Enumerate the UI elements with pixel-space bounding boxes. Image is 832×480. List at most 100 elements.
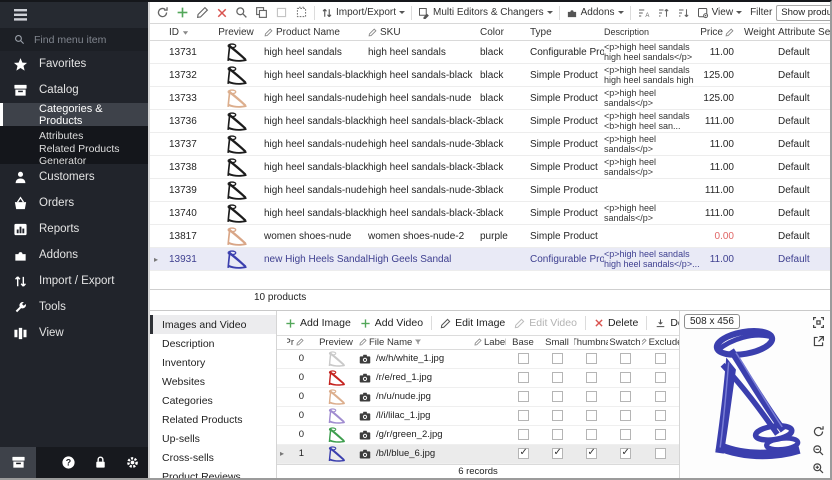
cell-attribute-set[interactable]: Default bbox=[778, 162, 830, 173]
column-header-exclude[interactable]: Exclude bbox=[642, 337, 679, 348]
cell-preview[interactable] bbox=[208, 89, 264, 108]
base-checkbox[interactable] bbox=[518, 372, 529, 383]
rotate-button[interactable] bbox=[812, 425, 825, 438]
product-row[interactable]: ▸ 13738 high heel sandals-black-37 high … bbox=[150, 156, 830, 179]
cell-attribute-set[interactable]: Default bbox=[778, 93, 830, 104]
cell-exclude[interactable] bbox=[642, 429, 679, 440]
cell-type[interactable]: Simple Product bbox=[530, 208, 604, 219]
add-product-button[interactable] bbox=[173, 4, 192, 21]
column-header-small[interactable]: Small bbox=[540, 337, 574, 348]
cell-filename[interactable]: /l/i/lilac_1.jpg bbox=[359, 410, 474, 421]
cell-preview[interactable] bbox=[208, 43, 264, 62]
sidebar-item-customers[interactable]: Customers bbox=[0, 164, 148, 190]
cell-exclude[interactable] bbox=[642, 372, 679, 383]
image-row[interactable]: ▸ 0 /g/r/green_2.jpg bbox=[277, 426, 679, 445]
cell-attribute-set[interactable]: Default bbox=[778, 139, 830, 150]
cell-position[interactable]: 0 bbox=[287, 429, 313, 440]
detail-tab[interactable]: Websites bbox=[150, 372, 276, 391]
zoom-out-button[interactable] bbox=[812, 444, 825, 457]
exclude-checkbox[interactable] bbox=[655, 429, 666, 440]
zoom-in-button[interactable] bbox=[812, 462, 825, 475]
swatch-checkbox[interactable] bbox=[620, 429, 631, 440]
column-header-label[interactable]: Label bbox=[474, 337, 506, 348]
search-products-button[interactable] bbox=[232, 4, 251, 21]
sidebar-item-import-export[interactable]: Import / Export bbox=[0, 268, 148, 294]
delete-image-button[interactable]: Delete bbox=[591, 315, 641, 331]
sidebar-item-addons[interactable]: Addons bbox=[0, 242, 148, 268]
product-row[interactable]: ▸ 13736 high heel sandals-black-36 high … bbox=[150, 110, 830, 133]
cell-small[interactable] bbox=[540, 410, 574, 421]
cell-preview[interactable] bbox=[208, 250, 264, 269]
cell-type[interactable]: Simple Product bbox=[530, 231, 604, 242]
delete-product-button[interactable] bbox=[213, 5, 231, 21]
cell-swatch[interactable] bbox=[608, 372, 642, 383]
cell-position[interactable]: 0 bbox=[287, 391, 313, 402]
detail-tab[interactable]: Cross-sells bbox=[150, 448, 276, 467]
cell-preview[interactable] bbox=[313, 446, 359, 462]
cell-swatch[interactable] bbox=[608, 391, 642, 402]
footer-catalog-button[interactable] bbox=[0, 447, 36, 478]
cell-preview[interactable] bbox=[313, 389, 359, 405]
thumbnail-checkbox[interactable] bbox=[586, 353, 597, 364]
column-header-position[interactable]: Pr bbox=[287, 337, 313, 348]
column-header-id[interactable]: ID bbox=[162, 27, 208, 38]
sidebar-subitem[interactable]: Related Products Generator bbox=[0, 145, 148, 164]
exclude-checkbox[interactable] bbox=[655, 410, 666, 421]
detail-tab[interactable]: Related Products bbox=[150, 410, 276, 429]
cell-product-name[interactable]: high heel sandals-nude-37 bbox=[264, 185, 368, 196]
open-external-button[interactable] bbox=[812, 335, 825, 348]
cell-price[interactable]: 125.00 bbox=[700, 70, 744, 81]
refresh-button[interactable] bbox=[153, 4, 172, 21]
cell-color[interactable]: purple bbox=[480, 231, 530, 242]
row-expander-icon[interactable]: ▸ bbox=[280, 449, 284, 458]
cell-id[interactable]: 13738 bbox=[162, 162, 208, 173]
cell-type[interactable]: Simple Product bbox=[530, 185, 604, 196]
copy-button[interactable] bbox=[252, 4, 271, 21]
detail-tab[interactable]: Categories bbox=[150, 391, 276, 410]
settings-button[interactable] bbox=[116, 447, 148, 478]
cell-sku[interactable]: high heel sandals-black-36 bbox=[368, 116, 480, 127]
lock-button[interactable] bbox=[84, 447, 116, 478]
cell-product-name[interactable]: women shoes-nude bbox=[264, 231, 368, 242]
base-checkbox[interactable] bbox=[518, 391, 529, 402]
cell-product-name[interactable]: high heel sandals-black-38 bbox=[264, 208, 368, 219]
cell-sku[interactable]: high heel sandals-black-38 bbox=[368, 208, 480, 219]
cell-base[interactable] bbox=[506, 353, 540, 364]
cell-preview[interactable] bbox=[208, 181, 264, 200]
cell-preview[interactable] bbox=[208, 66, 264, 85]
download-image-button[interactable]: Download Image bbox=[652, 315, 679, 331]
column-header-swatch[interactable]: Swatch bbox=[608, 337, 642, 348]
cell-base[interactable] bbox=[506, 429, 540, 440]
cell-description[interactable]: <p>high heel sandals</p> bbox=[604, 157, 700, 177]
paste-special-button[interactable] bbox=[292, 4, 311, 21]
detail-tab[interactable]: Product Reviews bbox=[150, 467, 276, 480]
cell-description[interactable]: <p>high heel sandals</p> bbox=[604, 88, 700, 108]
cell-price[interactable]: 111.00 bbox=[700, 185, 744, 196]
cell-preview[interactable] bbox=[313, 408, 359, 424]
cell-sku[interactable]: high heel sandals bbox=[368, 47, 480, 58]
sort-desc-button[interactable] bbox=[674, 5, 693, 21]
cell-swatch[interactable] bbox=[608, 448, 642, 459]
cell-attribute-set[interactable]: Default bbox=[778, 231, 830, 242]
cell-id[interactable]: 13817 bbox=[162, 231, 208, 242]
cell-small[interactable] bbox=[540, 372, 574, 383]
cell-preview[interactable] bbox=[313, 427, 359, 443]
cell-id[interactable]: 13731 bbox=[162, 47, 208, 58]
swatch-checkbox[interactable] bbox=[620, 410, 631, 421]
thumbnail-checkbox[interactable] bbox=[586, 448, 597, 459]
cell-id[interactable]: 13931 bbox=[162, 254, 208, 265]
thumbnail-checkbox[interactable] bbox=[586, 410, 597, 421]
cell-attribute-set[interactable]: Default bbox=[778, 254, 830, 265]
thumbnail-checkbox[interactable] bbox=[586, 391, 597, 402]
cell-color[interactable]: black bbox=[480, 208, 530, 219]
edit-video-button[interactable]: Edit Video bbox=[511, 315, 580, 331]
edit-image-button[interactable]: Edit Image bbox=[437, 315, 508, 331]
cell-product-name[interactable]: high heel sandals bbox=[264, 47, 368, 58]
cell-preview[interactable] bbox=[208, 135, 264, 154]
cell-base[interactable] bbox=[506, 372, 540, 383]
cell-exclude[interactable] bbox=[642, 391, 679, 402]
cell-description[interactable]: <p>high heel sandals</p> bbox=[604, 203, 700, 223]
cell-preview[interactable] bbox=[313, 351, 359, 367]
cell-type[interactable]: Simple Product bbox=[530, 139, 604, 150]
cell-thumbnail[interactable] bbox=[574, 429, 608, 440]
